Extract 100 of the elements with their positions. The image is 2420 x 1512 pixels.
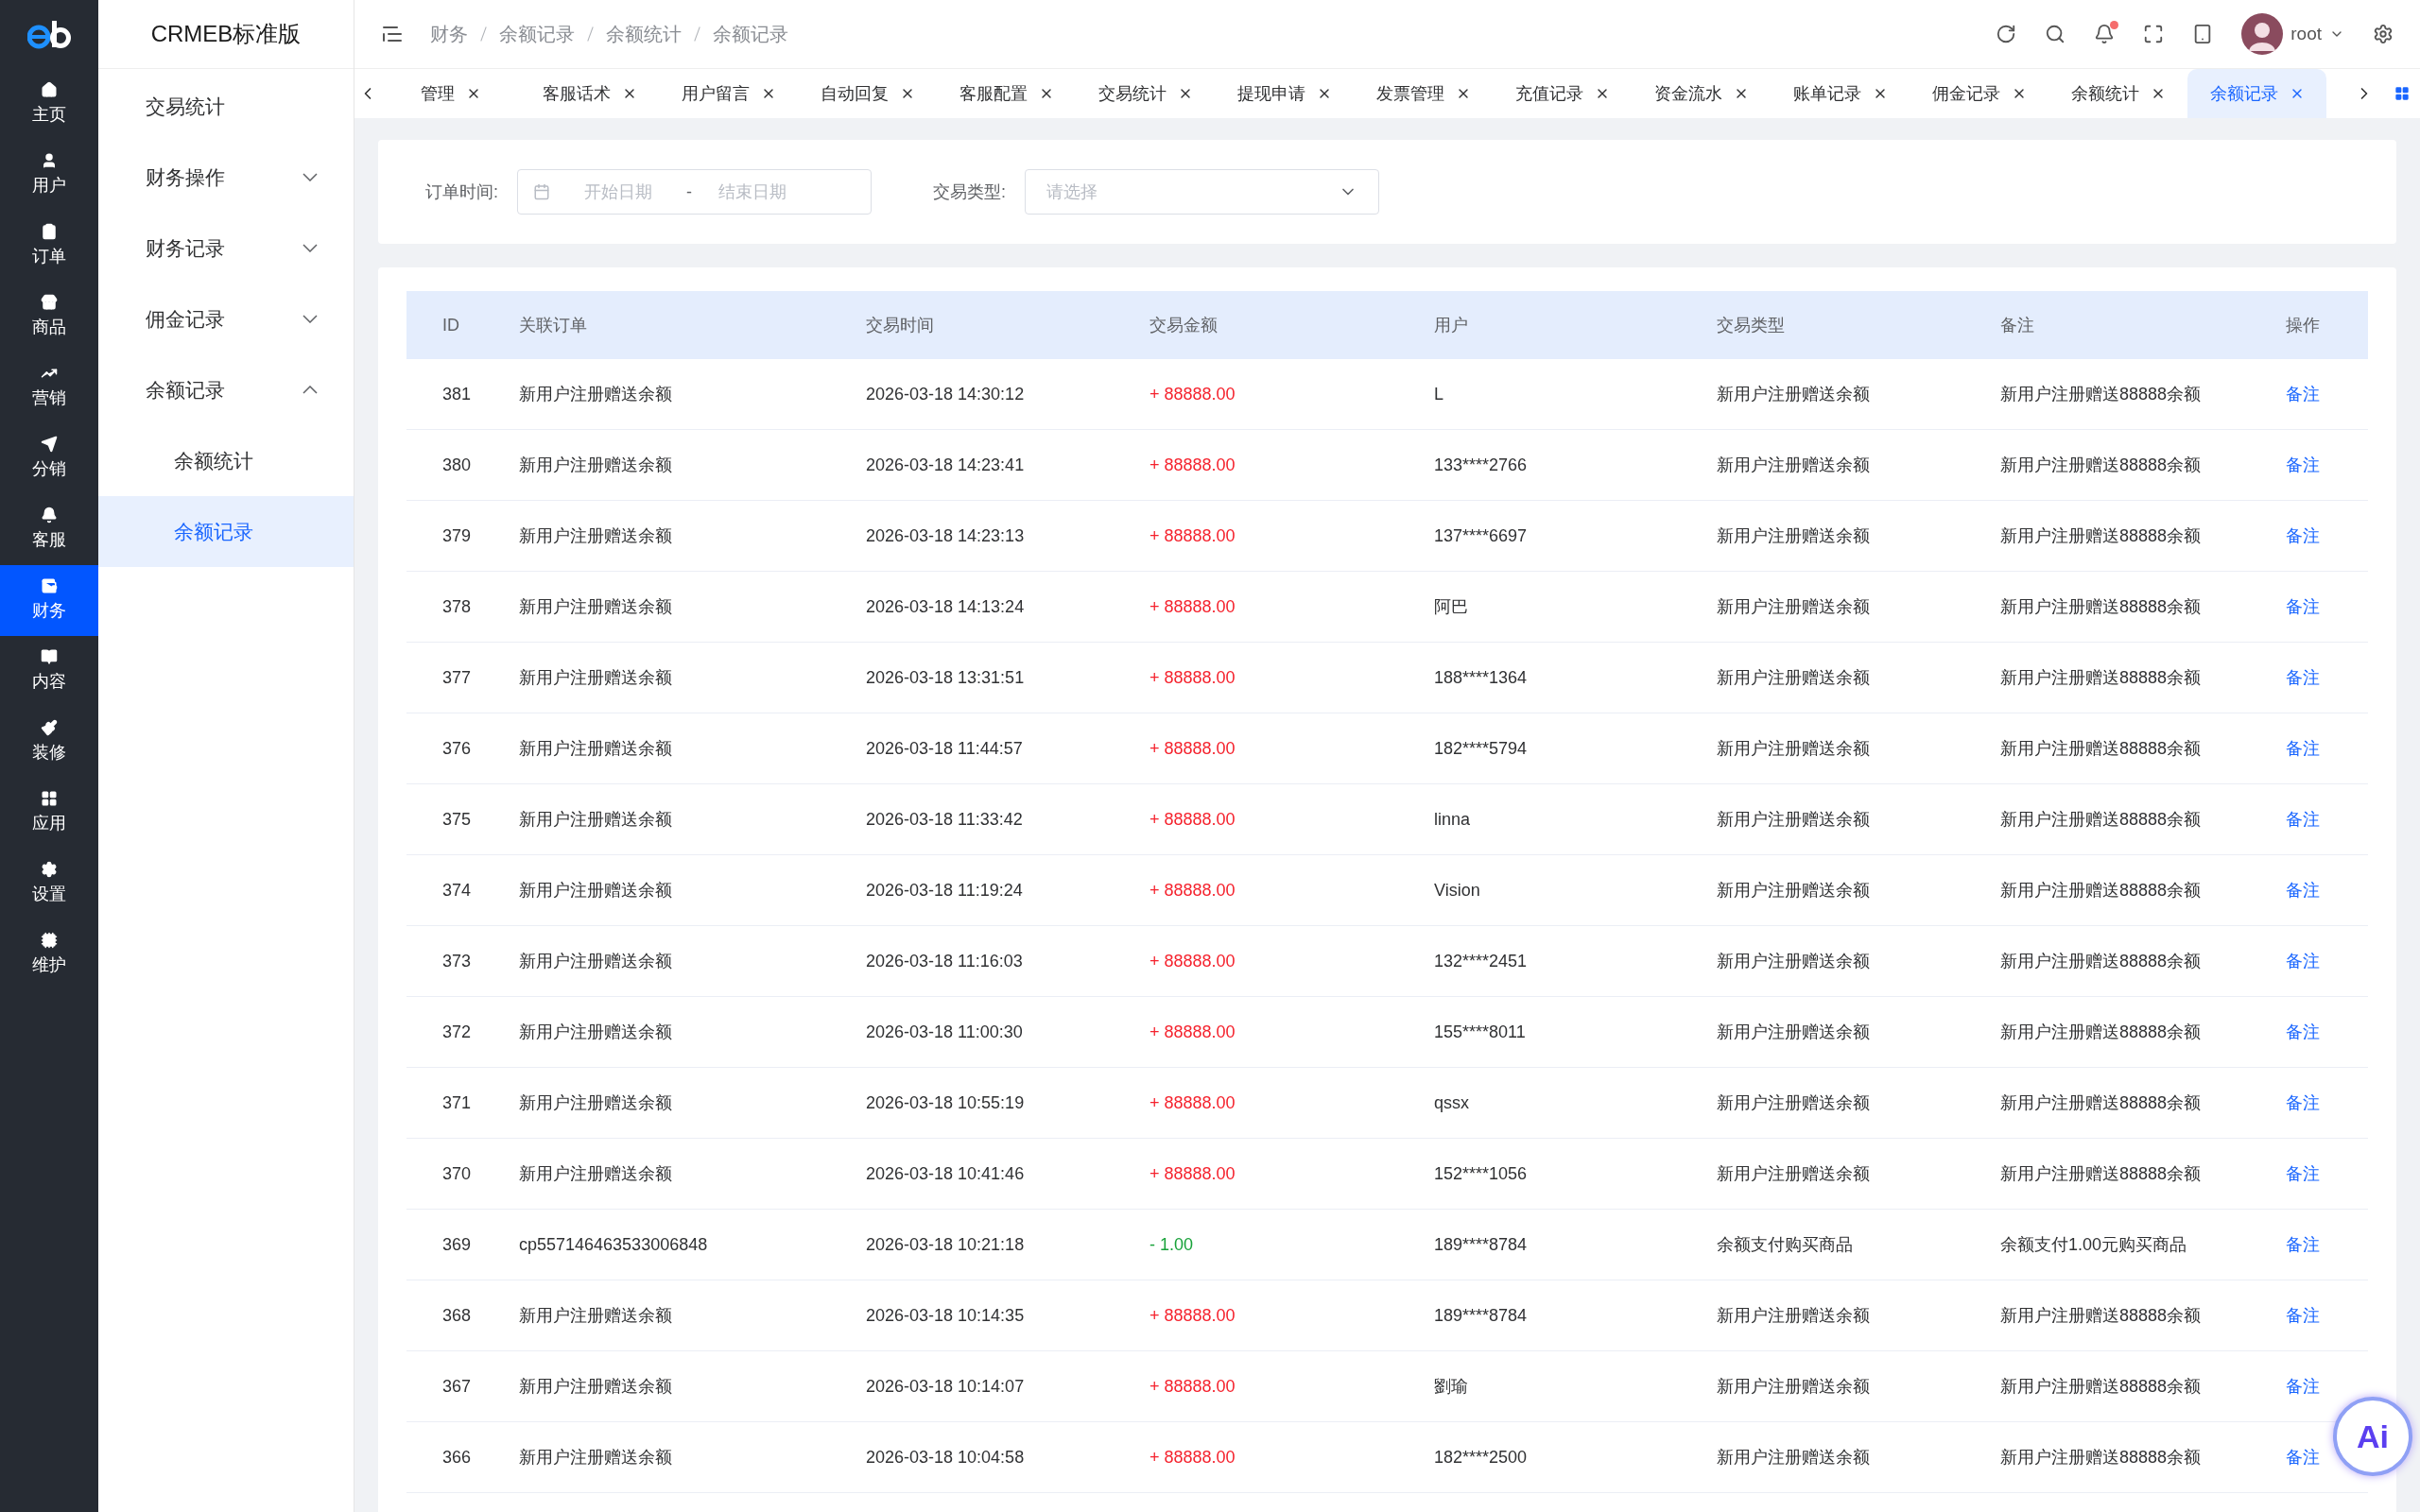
- nav-item[interactable]: 应用: [0, 778, 98, 849]
- nav-item[interactable]: 分销: [0, 423, 98, 494]
- user-icon: [41, 152, 58, 169]
- submenu-item[interactable]: 余额记录: [98, 354, 354, 425]
- note-link[interactable]: 备注: [2286, 1444, 2320, 1470]
- tab[interactable]: 余额统计: [2048, 69, 2187, 118]
- tab[interactable]: 账单记录: [1771, 69, 1910, 118]
- note-link[interactable]: 备注: [2286, 735, 2320, 762]
- note-link[interactable]: 备注: [2286, 1373, 2320, 1400]
- table-cell-text: 376: [442, 737, 473, 760]
- table-cell-text: 新用户注册赠送余额: [1717, 1021, 1871, 1043]
- note-link[interactable]: 备注: [2286, 1160, 2320, 1187]
- fullscreen-icon[interactable]: [2143, 24, 2165, 44]
- table-cell-text: 2026-03-18 14:13:24: [866, 595, 1026, 618]
- tab[interactable]: 管理: [381, 69, 520, 118]
- table-cell-text: 劉瑜: [1434, 1375, 1469, 1398]
- table-cell-text: 2026-03-18 14:30:12: [866, 383, 1026, 405]
- table-cell-text: 新用户注册赠送余额: [1717, 1091, 1871, 1114]
- tab[interactable]: 资金流水: [1632, 69, 1771, 118]
- avatar[interactable]: [2241, 13, 2284, 55]
- table-cell-text: 新用户注册赠送88888余额: [2000, 879, 2203, 902]
- paper-plane-icon: [41, 436, 58, 453]
- table-cell-text: 189****8784: [1434, 1304, 1529, 1327]
- table-cell-text: 新用户注册赠送余额: [519, 737, 673, 760]
- table-cell-text: 380: [442, 454, 473, 476]
- note-link[interactable]: 备注: [2286, 381, 2320, 407]
- table-cell-text: 152****1056: [1434, 1162, 1529, 1185]
- submenu-item[interactable]: 余额记录: [98, 496, 354, 567]
- note-link[interactable]: 备注: [2286, 593, 2320, 620]
- note-link[interactable]: 备注: [2286, 1090, 2320, 1116]
- nav-item[interactable]: 维护: [0, 919, 98, 990]
- table-cell-text: 381: [442, 383, 473, 405]
- table-cell-text: 133****2766: [1434, 454, 1529, 476]
- table-cell-text: cp557146463533006848: [519, 1233, 709, 1256]
- tab[interactable]: 余额记录: [2187, 69, 2326, 118]
- tab[interactable]: 充值记录: [1493, 69, 1632, 118]
- nav-item[interactable]: 订单: [0, 211, 98, 282]
- table-cell-text: 379: [442, 524, 473, 547]
- note-link[interactable]: 备注: [2286, 1231, 2320, 1258]
- tab[interactable]: 客服配置: [937, 69, 1076, 118]
- nav-item[interactable]: 营销: [0, 352, 98, 423]
- table-cell-text: 368: [442, 1304, 473, 1327]
- amount-cell-text: + 88888.00: [1150, 383, 1236, 405]
- note-link[interactable]: 备注: [2286, 948, 2320, 974]
- username[interactable]: root: [2290, 20, 2322, 48]
- tab[interactable]: 用户留言: [659, 69, 798, 118]
- table-cell-text: 2026-03-18 10:41:46: [866, 1162, 1026, 1185]
- tab[interactable]: 自动回复: [798, 69, 937, 118]
- table-cell-text: 375: [442, 808, 473, 831]
- table-cell-text: 2026-03-18 10:14:07: [866, 1375, 1026, 1398]
- table-cell-text: 132****2451: [1434, 950, 1529, 972]
- table-cell-text: 182****5794: [1434, 737, 1529, 760]
- column-header: 备注: [2000, 314, 2035, 336]
- note-link[interactable]: 备注: [2286, 1302, 2320, 1329]
- amount-cell-text: + 88888.00: [1150, 524, 1236, 547]
- amount-cell-text: + 88888.00: [1150, 454, 1236, 476]
- date-range-field[interactable]: 开始日期 - 结束日期: [517, 169, 872, 215]
- chevron-down-icon: [302, 315, 318, 323]
- amount-cell-text: + 88888.00: [1150, 950, 1236, 972]
- submenu-item[interactable]: 交易统计: [98, 71, 354, 142]
- submenu-item[interactable]: 佣金记录: [98, 284, 354, 354]
- note-link[interactable]: 备注: [2286, 452, 2320, 478]
- nav-item[interactable]: 财务: [0, 565, 98, 636]
- nav-item[interactable]: 设置: [0, 849, 98, 919]
- book-icon: [41, 648, 58, 665]
- nav-item[interactable]: 商品: [0, 282, 98, 352]
- nav-item[interactable]: 内容: [0, 636, 98, 707]
- column-header: 用户: [1434, 314, 1469, 336]
- search-icon[interactable]: [2045, 24, 2066, 44]
- nav-item[interactable]: 主页: [0, 69, 98, 140]
- table-cell-text: 新用户注册赠送余额: [519, 524, 673, 547]
- tab[interactable]: 佣金记录: [1910, 69, 2048, 118]
- note-link[interactable]: 备注: [2286, 877, 2320, 903]
- nav-item[interactable]: 装修: [0, 707, 98, 778]
- nav-item[interactable]: 客服: [0, 494, 98, 565]
- submenu-item[interactable]: 余额统计: [98, 425, 354, 496]
- table-cell-text: 新用户注册赠送88888余额: [2000, 1375, 2203, 1398]
- column-header: 交易类型: [1717, 314, 1786, 336]
- note-link[interactable]: 备注: [2286, 806, 2320, 833]
- table-cell-text: 新用户注册赠送88888余额: [2000, 950, 2203, 972]
- note-link[interactable]: 备注: [2286, 523, 2320, 549]
- table-cell-text: 新用户注册赠送88888余额: [2000, 1304, 2203, 1327]
- grid-icon[interactable]: [2394, 86, 2410, 101]
- note-link[interactable]: 备注: [2286, 1019, 2320, 1045]
- table-cell-text: 新用户注册赠送余额: [1717, 454, 1871, 476]
- refresh-icon[interactable]: [1996, 24, 2017, 44]
- table-cell-text: 新用户注册赠送余额: [519, 879, 673, 902]
- nav-item[interactable]: 用户: [0, 140, 98, 211]
- submenu-item[interactable]: 财务操作: [98, 142, 354, 213]
- table-cell-text: 378: [442, 595, 473, 618]
- amount-cell-text: + 88888.00: [1150, 1021, 1236, 1043]
- tab[interactable]: 提现申请: [1215, 69, 1354, 118]
- note-link[interactable]: 备注: [2286, 664, 2320, 691]
- table-cell-text: 新用户注册赠送余额: [519, 1091, 673, 1114]
- tab[interactable]: 交易统计: [1076, 69, 1215, 118]
- tab[interactable]: 客服话术: [520, 69, 659, 118]
- chevron-up-icon: [302, 386, 318, 394]
- bell-icon[interactable]: [2094, 24, 2116, 44]
- tab[interactable]: 发票管理: [1354, 69, 1493, 118]
- submenu-item[interactable]: 财务记录: [98, 213, 354, 284]
